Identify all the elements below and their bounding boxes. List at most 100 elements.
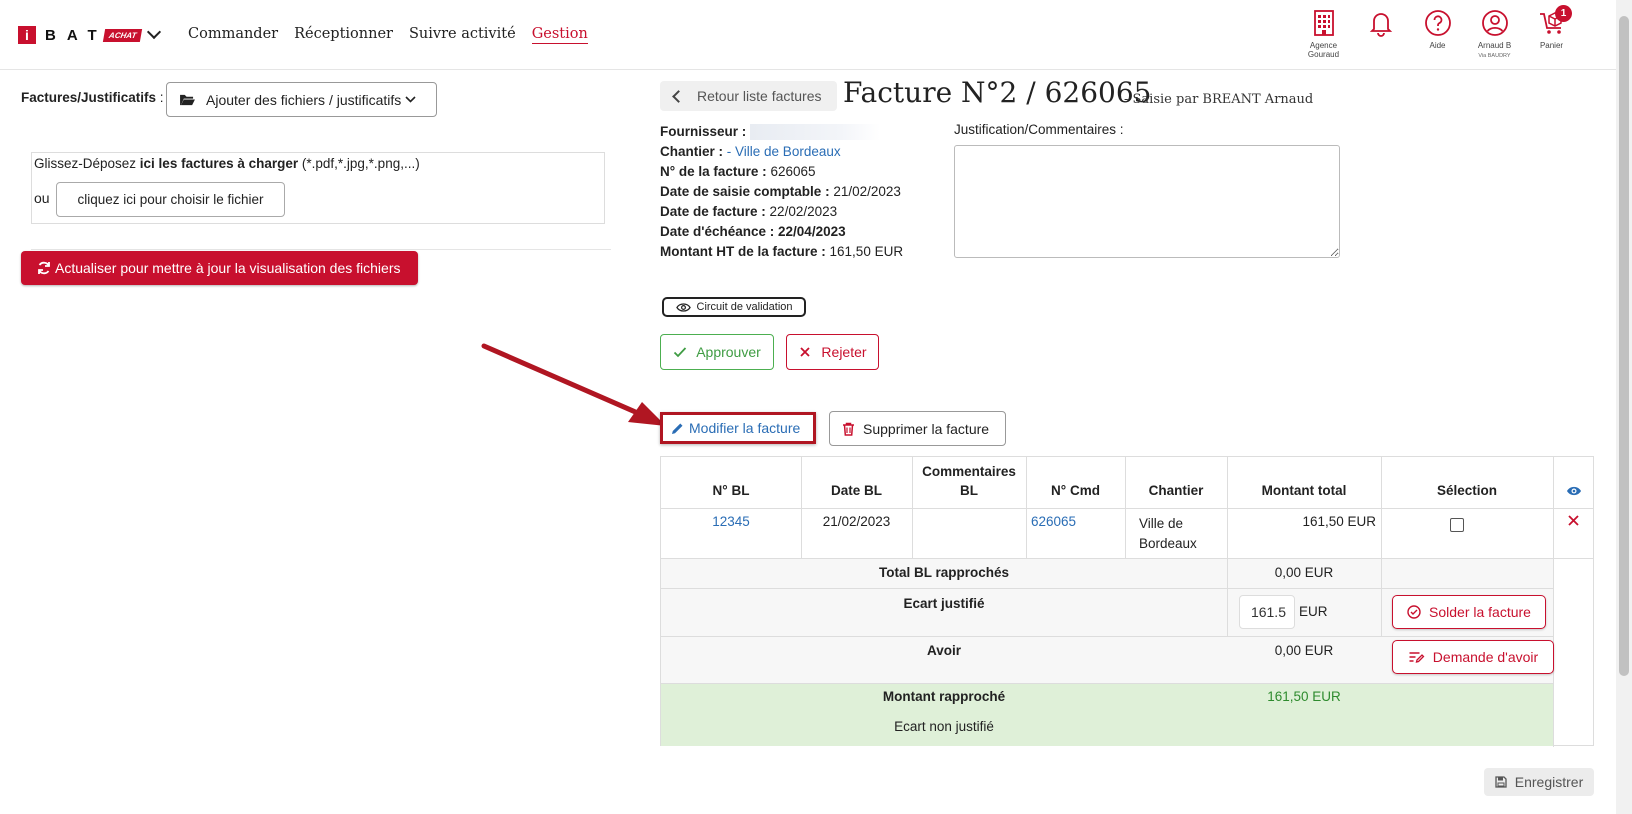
matched-amount-value: 161,50 EUR: [1267, 689, 1341, 704]
info-saisie: Date de saisie comptable : 21/02/2023: [660, 182, 903, 202]
info-echeance: Date d'échéance : 22/04/2023: [660, 222, 903, 242]
montant-value: 161,50 EUR: [829, 244, 904, 259]
scrollbar-thumb[interactable]: [1619, 16, 1629, 676]
unjustified-gap-label: Ecart non justifié: [894, 719, 994, 734]
chantier-link[interactable]: - Ville de Bordeaux: [727, 144, 841, 159]
save-icon: [1495, 776, 1507, 788]
agency-label-line2: Gouraud: [1307, 50, 1340, 59]
annotation-arrow-icon: [481, 343, 666, 426]
approve-label: Approuver: [696, 344, 761, 360]
trash-icon: [843, 422, 854, 436]
col-header-bl: N° BL: [712, 483, 750, 498]
save-label: Enregistrer: [1514, 774, 1584, 790]
notifications-button[interactable]: [1352, 8, 1409, 61]
chantier-line1: Ville de: [1139, 516, 1184, 531]
eye-icon[interactable]: [1566, 485, 1582, 497]
check-circle-icon: [1407, 605, 1421, 619]
reject-label: Rejeter: [821, 344, 867, 360]
col-divider: [801, 457, 802, 558]
choose-file-button[interactable]: cliquez ici pour choisir le fichier: [56, 182, 285, 217]
bl-number-link[interactable]: 12345: [661, 514, 801, 529]
delete-label: Supprimer la facture: [863, 420, 990, 437]
info-montant: Montant HT de la facture : 161,50 EUR: [660, 242, 903, 262]
reject-button[interactable]: Rejeter: [786, 334, 879, 370]
bl-chantier: Ville de Bordeaux: [1139, 514, 1197, 554]
bl-table: N° BL Date BL Commentaires BL N° Cmd Cha…: [660, 456, 1594, 747]
back-label: Retour liste factures: [697, 88, 822, 104]
ecart-unit: EUR: [1299, 604, 1328, 619]
total-bl-value: 0,00 EUR: [1274, 565, 1334, 580]
date-value: 22/02/2023: [769, 204, 838, 219]
info-chantier: Chantier : - Ville de Bordeaux: [660, 142, 903, 162]
row-divider: [661, 558, 1593, 559]
user-icon: [1481, 10, 1508, 36]
agency-button[interactable]: Agence Gouraud: [1295, 8, 1352, 61]
invoice-info: Fournisseur : Chantier : - Ville de Bord…: [660, 122, 903, 262]
user-button[interactable]: Arnaud B Via BAUDRY: [1466, 8, 1523, 61]
chantier-label: Chantier :: [660, 144, 724, 159]
help-button[interactable]: Aide: [1409, 8, 1466, 61]
request-credit-button[interactable]: Demande d'avoir: [1392, 640, 1554, 674]
file-dropzone[interactable]: Glissez-Déposez ici les factures à charg…: [31, 152, 605, 224]
info-numero: N° de la facture : 626065: [660, 162, 903, 182]
col-header-date: Date BL: [830, 483, 882, 498]
chantier-line2: Bordeaux: [1139, 536, 1197, 551]
approve-button[interactable]: Approuver: [660, 334, 774, 370]
modify-invoice-button[interactable]: Modifier la facture: [660, 412, 816, 444]
comment-textarea[interactable]: [954, 145, 1340, 258]
col-divider: [1026, 457, 1027, 558]
ecart-justifie-input[interactable]: 161.5: [1239, 595, 1295, 629]
help-icon: [1424, 10, 1451, 36]
row-divider: [661, 636, 1553, 637]
check-icon: [674, 347, 687, 358]
logo-badge: ACHAT: [102, 28, 143, 42]
chevron-left-icon: [672, 89, 685, 103]
saisie-value: 21/02/2023: [833, 184, 901, 199]
montant-label: Montant HT de la facture :: [660, 244, 826, 259]
nav-commander[interactable]: Commander: [188, 26, 278, 44]
matched-amount-label: Montant rapproché: [882, 689, 1006, 704]
info-fournisseur: Fournisseur :: [660, 122, 903, 142]
refresh-label: Actualiser pour mettre à jour la visuali…: [55, 260, 401, 276]
chevron-down-icon[interactable]: [147, 24, 162, 40]
main-nav: Commander Réceptionner Suivre activité G…: [188, 26, 588, 44]
bl-date: 21/02/2023: [822, 514, 891, 529]
row-select-checkbox[interactable]: [1450, 518, 1464, 532]
files-label-colon: :: [156, 90, 164, 105]
back-to-invoices-button[interactable]: Retour liste factures: [660, 81, 837, 111]
ecart-justifie-label: Ecart justifié: [903, 596, 985, 611]
solder-invoice-button[interactable]: Solder la facture: [1392, 595, 1546, 629]
cart-count-badge: 1: [1555, 5, 1572, 22]
page-scrollbar[interactable]: [1616, 0, 1632, 814]
delete-invoice-button[interactable]: Supprimer la facture: [829, 411, 1006, 446]
brand-logo[interactable]: i BAT ACHAT: [18, 24, 162, 44]
nav-suivre-activite[interactable]: Suivre activité: [409, 26, 516, 44]
nav-gestion[interactable]: Gestion: [531, 26, 588, 44]
top-navbar: i BAT ACHAT Commander Réceptionner Suivr…: [0, 0, 1616, 70]
validation-circuit-button[interactable]: Circuit de validation: [662, 297, 806, 317]
col-header-selection: Sélection: [1436, 483, 1498, 498]
dropzone-prefix: Glissez-Déposez: [34, 156, 140, 171]
saisie-label: Date de saisie comptable :: [660, 184, 830, 199]
cart-label: Panier: [1539, 41, 1564, 50]
user-sub: Via BAUDRY: [1478, 53, 1511, 59]
agency-label-line1: Agence: [1309, 41, 1338, 50]
header-icons: Agence Gouraud Aide Arnaud B Via BAUDRY 1 …: [1295, 5, 1580, 61]
numero-label: N° de la facture :: [660, 164, 767, 179]
divider: [31, 249, 611, 250]
refresh-files-button[interactable]: Actualiser pour mettre à jour la visuali…: [21, 251, 418, 285]
close-icon[interactable]: [1568, 515, 1579, 526]
comment-label: Justification/Commentaires :: [954, 122, 1124, 137]
circuit-label: Circuit de validation: [696, 301, 793, 313]
dropzone-suffix: (*.pdf,*.jpg,*.png,...): [298, 156, 420, 171]
total-bl-label: Total BL rapprochés: [878, 565, 1010, 580]
cmd-number-link[interactable]: 626065: [1031, 514, 1076, 529]
col-divider: [1553, 457, 1554, 747]
files-label-text: Factures/Justificatifs: [21, 90, 157, 105]
cart-button[interactable]: 1 Panier: [1523, 5, 1580, 61]
add-files-dropdown[interactable]: Ajouter des fichiers / justificatifs: [166, 82, 437, 117]
row-divider: [661, 588, 1553, 589]
nav-receptionner[interactable]: Réceptionner: [294, 26, 393, 44]
info-date: Date de facture : 22/02/2023: [660, 202, 903, 222]
save-button[interactable]: Enregistrer: [1484, 768, 1594, 796]
